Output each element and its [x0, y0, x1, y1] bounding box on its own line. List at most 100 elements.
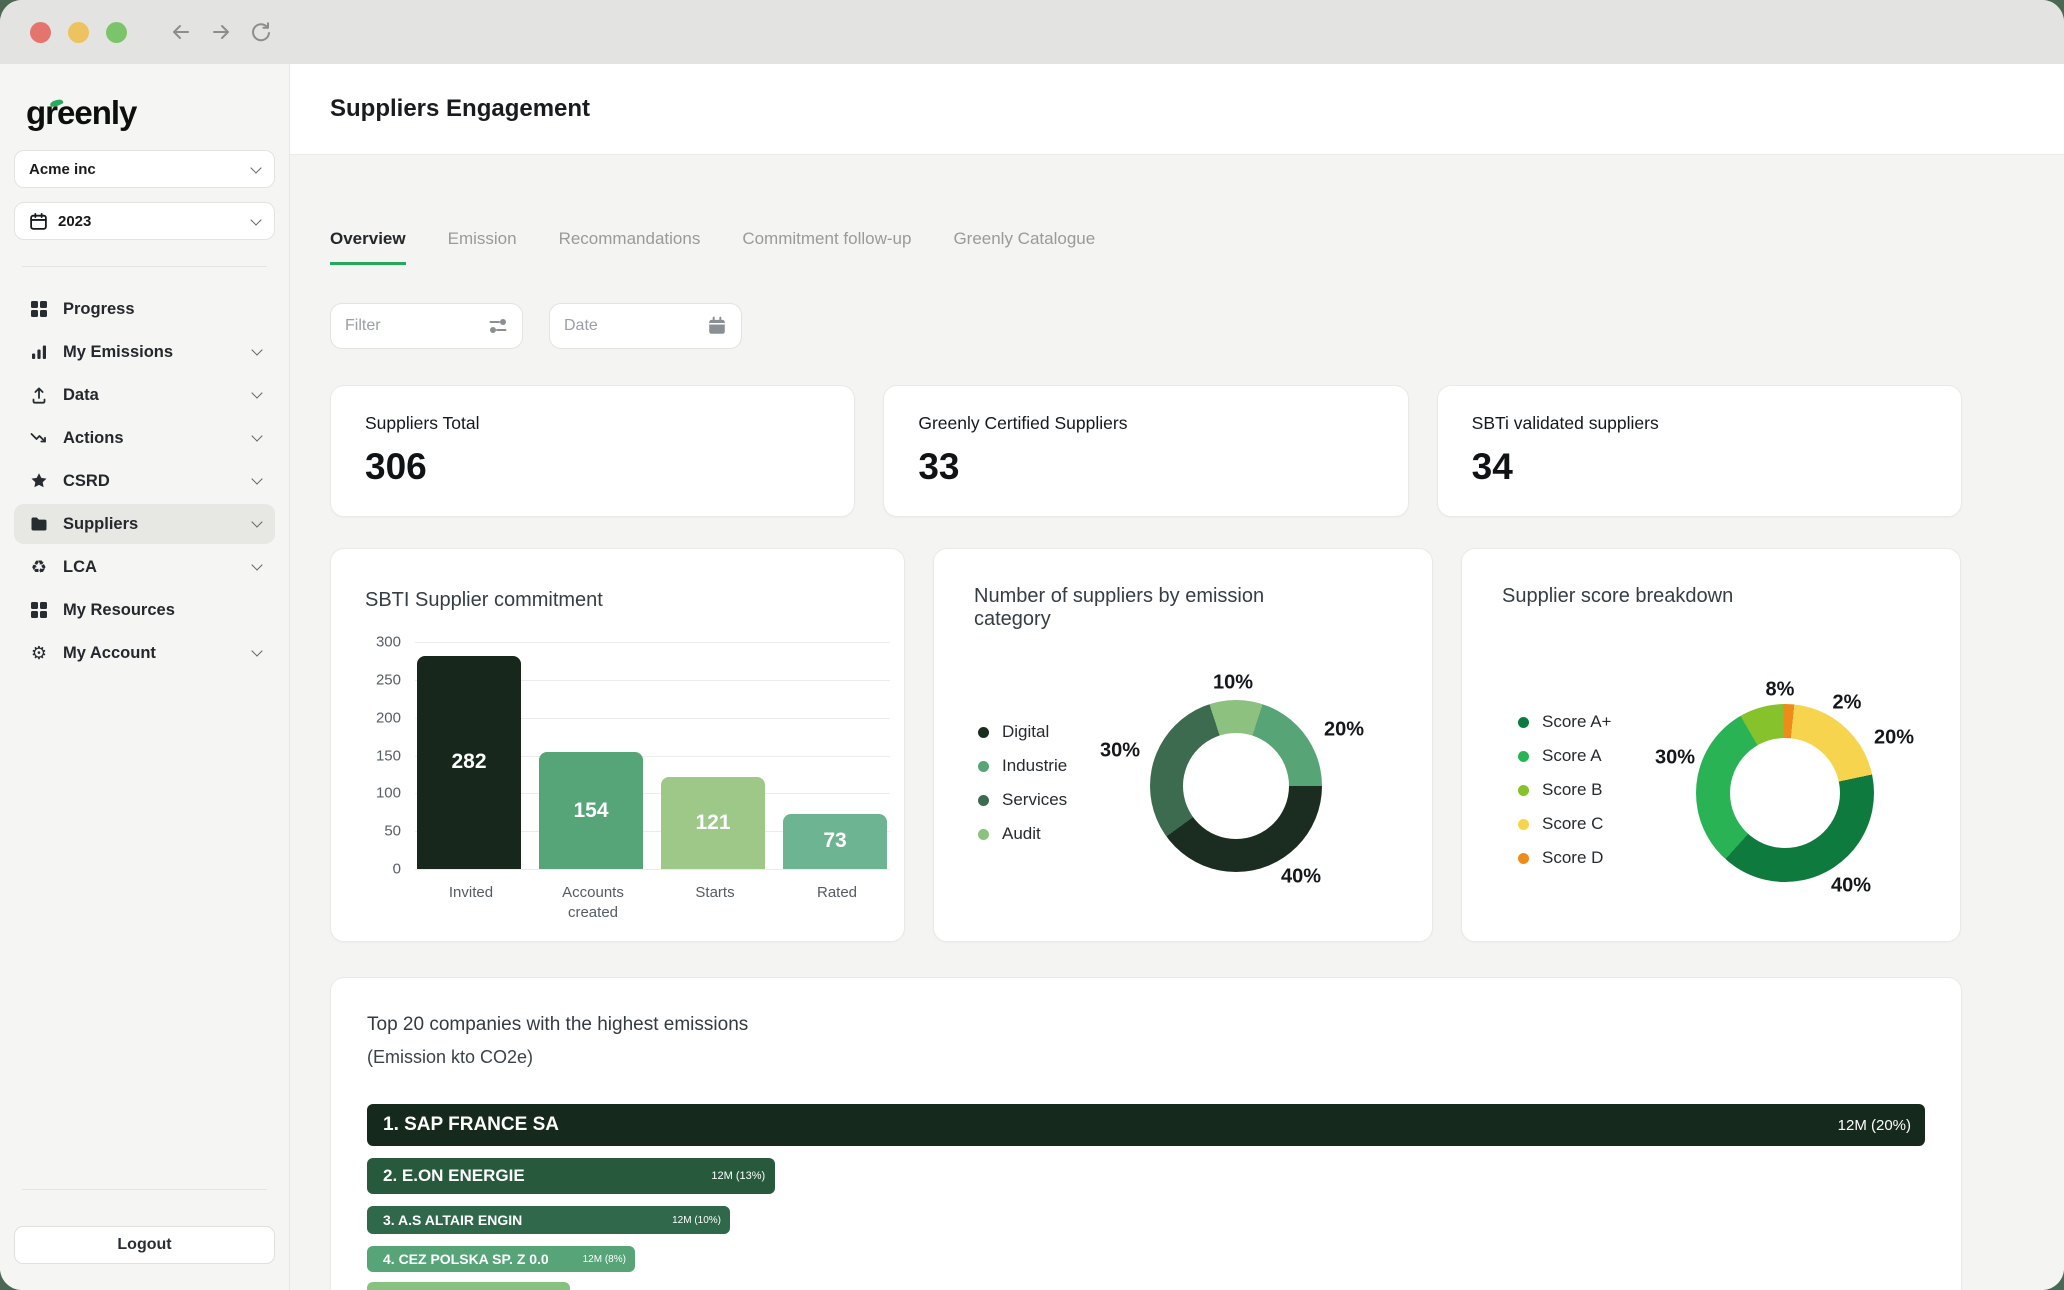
- tab-overview[interactable]: Overview: [330, 229, 406, 265]
- chevron-down-icon: [250, 213, 262, 226]
- y-tick: 0: [392, 860, 401, 878]
- bar-accounts-created: 154: [539, 752, 643, 869]
- chart-title: Supplier score breakdown: [1502, 585, 1734, 607]
- sidebar-divider: [22, 266, 267, 267]
- sidebar-item-suppliers[interactable]: Suppliers: [14, 504, 275, 544]
- folder-icon: [28, 515, 50, 533]
- sidebar-bottom-divider: [22, 1189, 267, 1190]
- sidebar-item-label: CSRD: [63, 471, 110, 490]
- legend-dot: [978, 726, 989, 738]
- sidebar-item-label: Data: [63, 385, 99, 404]
- refresh-icon[interactable]: [248, 19, 274, 45]
- legend-item: Services: [978, 783, 1067, 817]
- company-value: 12M (8%): [582, 1253, 626, 1265]
- year-select-value: 2023: [58, 212, 92, 230]
- tab-commitment-follow-up[interactable]: Commitment follow-up: [742, 229, 911, 265]
- bar-chart-icon: [28, 343, 50, 361]
- chevron-down-icon: [251, 516, 263, 528]
- trend-icon: [28, 429, 50, 447]
- stat-card-sbti-validated: SBTi validated suppliers 34: [1436, 385, 1962, 517]
- slice-label: 40%: [1830, 874, 1872, 897]
- tab-recommandations[interactable]: Recommandations: [559, 229, 701, 265]
- slice-label: 8%: [1765, 678, 1795, 701]
- slice-label: 40%: [1280, 865, 1322, 888]
- x-axis-labels: Invited Accounts created Starts Rated: [417, 883, 890, 922]
- y-tick: 200: [375, 709, 401, 727]
- y-axis: 300 250 200 150 100 50 0: [365, 634, 405, 878]
- filter-input[interactable]: [345, 317, 488, 335]
- sidebar-item-progress[interactable]: Progress: [14, 289, 275, 329]
- emission-category-chart-card: Number of suppliers by emission category…: [933, 548, 1433, 942]
- logout-button[interactable]: Logout: [14, 1226, 275, 1264]
- page-title: Suppliers Engagement: [330, 95, 591, 122]
- sidebar: greenly Acme inc 2023 Progress My Emissi…: [0, 64, 290, 1290]
- legend-item: Industrie: [978, 749, 1067, 783]
- bar-value: 154: [573, 798, 609, 822]
- company-value: 12M (13%): [711, 1170, 766, 1182]
- chart-subtitle: (Emission kto CO2e): [367, 1047, 534, 1067]
- grid-icon: [28, 300, 50, 318]
- company-name: 1. SAP FRANCE SA: [383, 1114, 559, 1135]
- sidebar-item-data[interactable]: Data: [14, 375, 275, 415]
- browser-chrome: [0, 0, 2064, 64]
- legend-item: Score B: [1518, 773, 1611, 807]
- company-name: 4. CEZ POLSKA SP. Z 0.0: [383, 1251, 549, 1267]
- sidebar-item-actions[interactable]: Actions: [14, 418, 275, 458]
- chevron-down-icon: [251, 430, 263, 442]
- chart-title: Top 20 companies with the highest emissi…: [367, 1014, 749, 1035]
- chevron-down-icon: [251, 645, 263, 657]
- calendar-icon: [707, 316, 727, 336]
- tab-greenly-catalogue[interactable]: Greenly Catalogue: [953, 229, 1095, 265]
- upload-icon: [28, 386, 50, 404]
- chart-title: SBTI Supplier commitment: [365, 589, 603, 611]
- legend-dot: [1518, 716, 1529, 728]
- legend-item: Score C: [1518, 807, 1611, 841]
- chevron-down-icon: [250, 161, 262, 174]
- minimize-window-button[interactable]: [68, 21, 89, 43]
- legend-item: Score A: [1518, 739, 1611, 773]
- zoom-window-button[interactable]: [106, 21, 127, 43]
- legend-item: Score D: [1518, 841, 1611, 875]
- x-label: Rated: [816, 884, 858, 901]
- company-value: 12M (20%): [1837, 1116, 1911, 1134]
- x-label: Invited: [448, 884, 494, 901]
- sidebar-item-my-resources[interactable]: My Resources: [14, 590, 275, 630]
- stat-value: 306: [365, 446, 427, 487]
- sidebar-item-label: My Account: [63, 643, 156, 662]
- page-header: Suppliers Engagement: [290, 64, 2064, 155]
- slice-label: 10%: [1212, 671, 1254, 694]
- stat-card-suppliers-total: Suppliers Total 306: [330, 385, 856, 517]
- app-window: greenly Acme inc 2023 Progress My Emissi…: [0, 0, 2064, 1290]
- bar-value: 73: [823, 829, 847, 853]
- chevron-down-icon: [251, 387, 263, 399]
- sidebar-item-label: LCA: [63, 557, 97, 576]
- slice-label: 30%: [1654, 746, 1696, 769]
- donut-chart: [1696, 704, 1874, 882]
- legend-dot: [1518, 852, 1529, 864]
- chart-title: Number of suppliers by emission category: [974, 585, 1265, 630]
- legend-item: Score A+: [1518, 705, 1611, 739]
- tab-bar: Overview Emission Recommandations Commit…: [330, 229, 1962, 265]
- sidebar-item-lca[interactable]: ♻ LCA: [14, 547, 275, 587]
- sidebar-item-my-emissions[interactable]: My Emissions: [14, 332, 275, 372]
- sidebar-item-my-account[interactable]: ⚙ My Account: [14, 633, 275, 673]
- company-bar: 2. E.ON ENERGIE 12M (13%): [367, 1158, 776, 1194]
- stat-value: 34: [1471, 446, 1513, 487]
- sidebar-item-csrd[interactable]: CSRD: [14, 461, 275, 501]
- stat-card-greenly-certified: Greenly Certified Suppliers 33: [883, 385, 1409, 517]
- legend-dot: [978, 828, 989, 840]
- greenly-logo: greenly: [26, 94, 137, 131]
- year-select[interactable]: 2023: [14, 202, 275, 240]
- tab-emission[interactable]: Emission: [448, 229, 517, 265]
- company-select[interactable]: Acme inc: [14, 150, 275, 188]
- back-icon[interactable]: [168, 19, 194, 45]
- y-tick: 250: [375, 671, 401, 689]
- forward-icon[interactable]: [208, 19, 234, 45]
- legend-item: Audit: [978, 817, 1067, 851]
- date-input[interactable]: [564, 317, 707, 335]
- close-window-button[interactable]: [30, 21, 51, 43]
- company-bar: 4. CEZ POLSKA SP. Z 0.0 12M (8%): [367, 1246, 635, 1272]
- grid-icon: [28, 601, 50, 619]
- bar-rated: 73: [783, 813, 887, 869]
- stat-label: Suppliers Total: [365, 413, 480, 433]
